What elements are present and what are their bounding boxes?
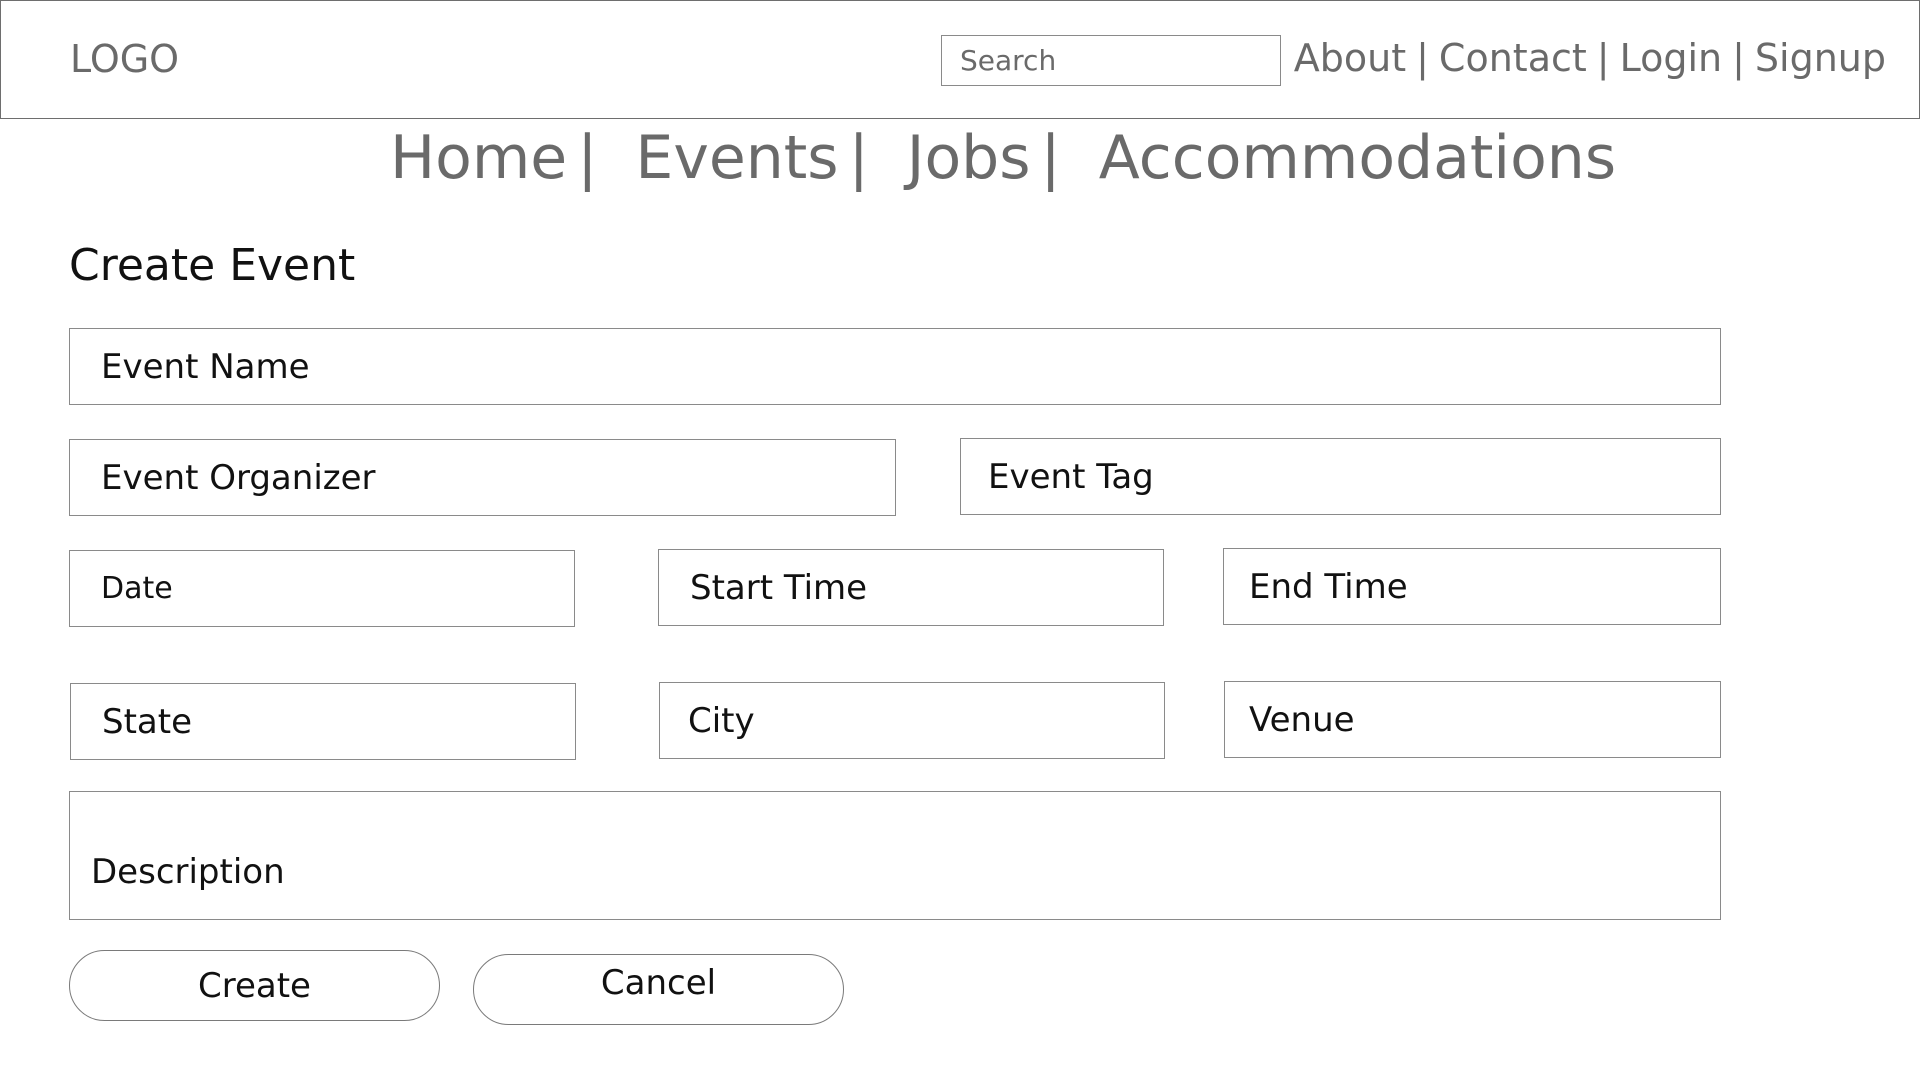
signup-link[interactable]: Signup [1755, 39, 1886, 77]
event-tag-field[interactable]: Event Tag [960, 438, 1721, 515]
description-field[interactable]: Description [69, 791, 1721, 920]
page-title: Create Event [69, 240, 356, 291]
login-link[interactable]: Login [1620, 39, 1723, 77]
start-time-field[interactable]: Start Time [658, 549, 1164, 626]
date-field[interactable]: Date [69, 550, 575, 627]
create-button[interactable]: Create [69, 950, 440, 1021]
nav-item-events[interactable]: Events [635, 128, 838, 188]
nav-item-accommodations[interactable]: Accommodations [1099, 128, 1616, 188]
nav-item-home[interactable]: Home [390, 128, 567, 188]
main-nav: Home | Events | Jobs | Accommodations [390, 128, 1616, 188]
nav-item-jobs[interactable]: Jobs [907, 128, 1031, 188]
about-link[interactable]: About [1294, 39, 1406, 77]
contact-link[interactable]: Contact [1439, 39, 1587, 77]
state-field[interactable]: State [70, 683, 576, 760]
event-organizer-field[interactable]: Event Organizer [69, 439, 896, 516]
nav-separator: | [1040, 123, 1061, 193]
nav-separator: | [577, 123, 598, 193]
create-event-page: LOGO Search About | Contact | Login | Si… [0, 0, 1920, 1080]
event-name-field[interactable]: Event Name [69, 328, 1721, 405]
link-separator: | [1596, 36, 1610, 80]
search-input[interactable]: Search [941, 35, 1281, 86]
link-separator: | [1732, 36, 1745, 80]
cancel-button[interactable]: Cancel [473, 954, 844, 1025]
city-field[interactable]: City [659, 682, 1165, 759]
logo[interactable]: LOGO [70, 40, 179, 78]
end-time-field[interactable]: End Time [1223, 548, 1721, 625]
venue-field[interactable]: Venue [1224, 681, 1721, 758]
nav-separator: | [848, 123, 869, 193]
top-links: About | Contact | Login | Signup [1294, 39, 1886, 77]
link-separator: | [1416, 36, 1429, 80]
top-header: LOGO Search About | Contact | Login | Si… [0, 0, 1920, 119]
